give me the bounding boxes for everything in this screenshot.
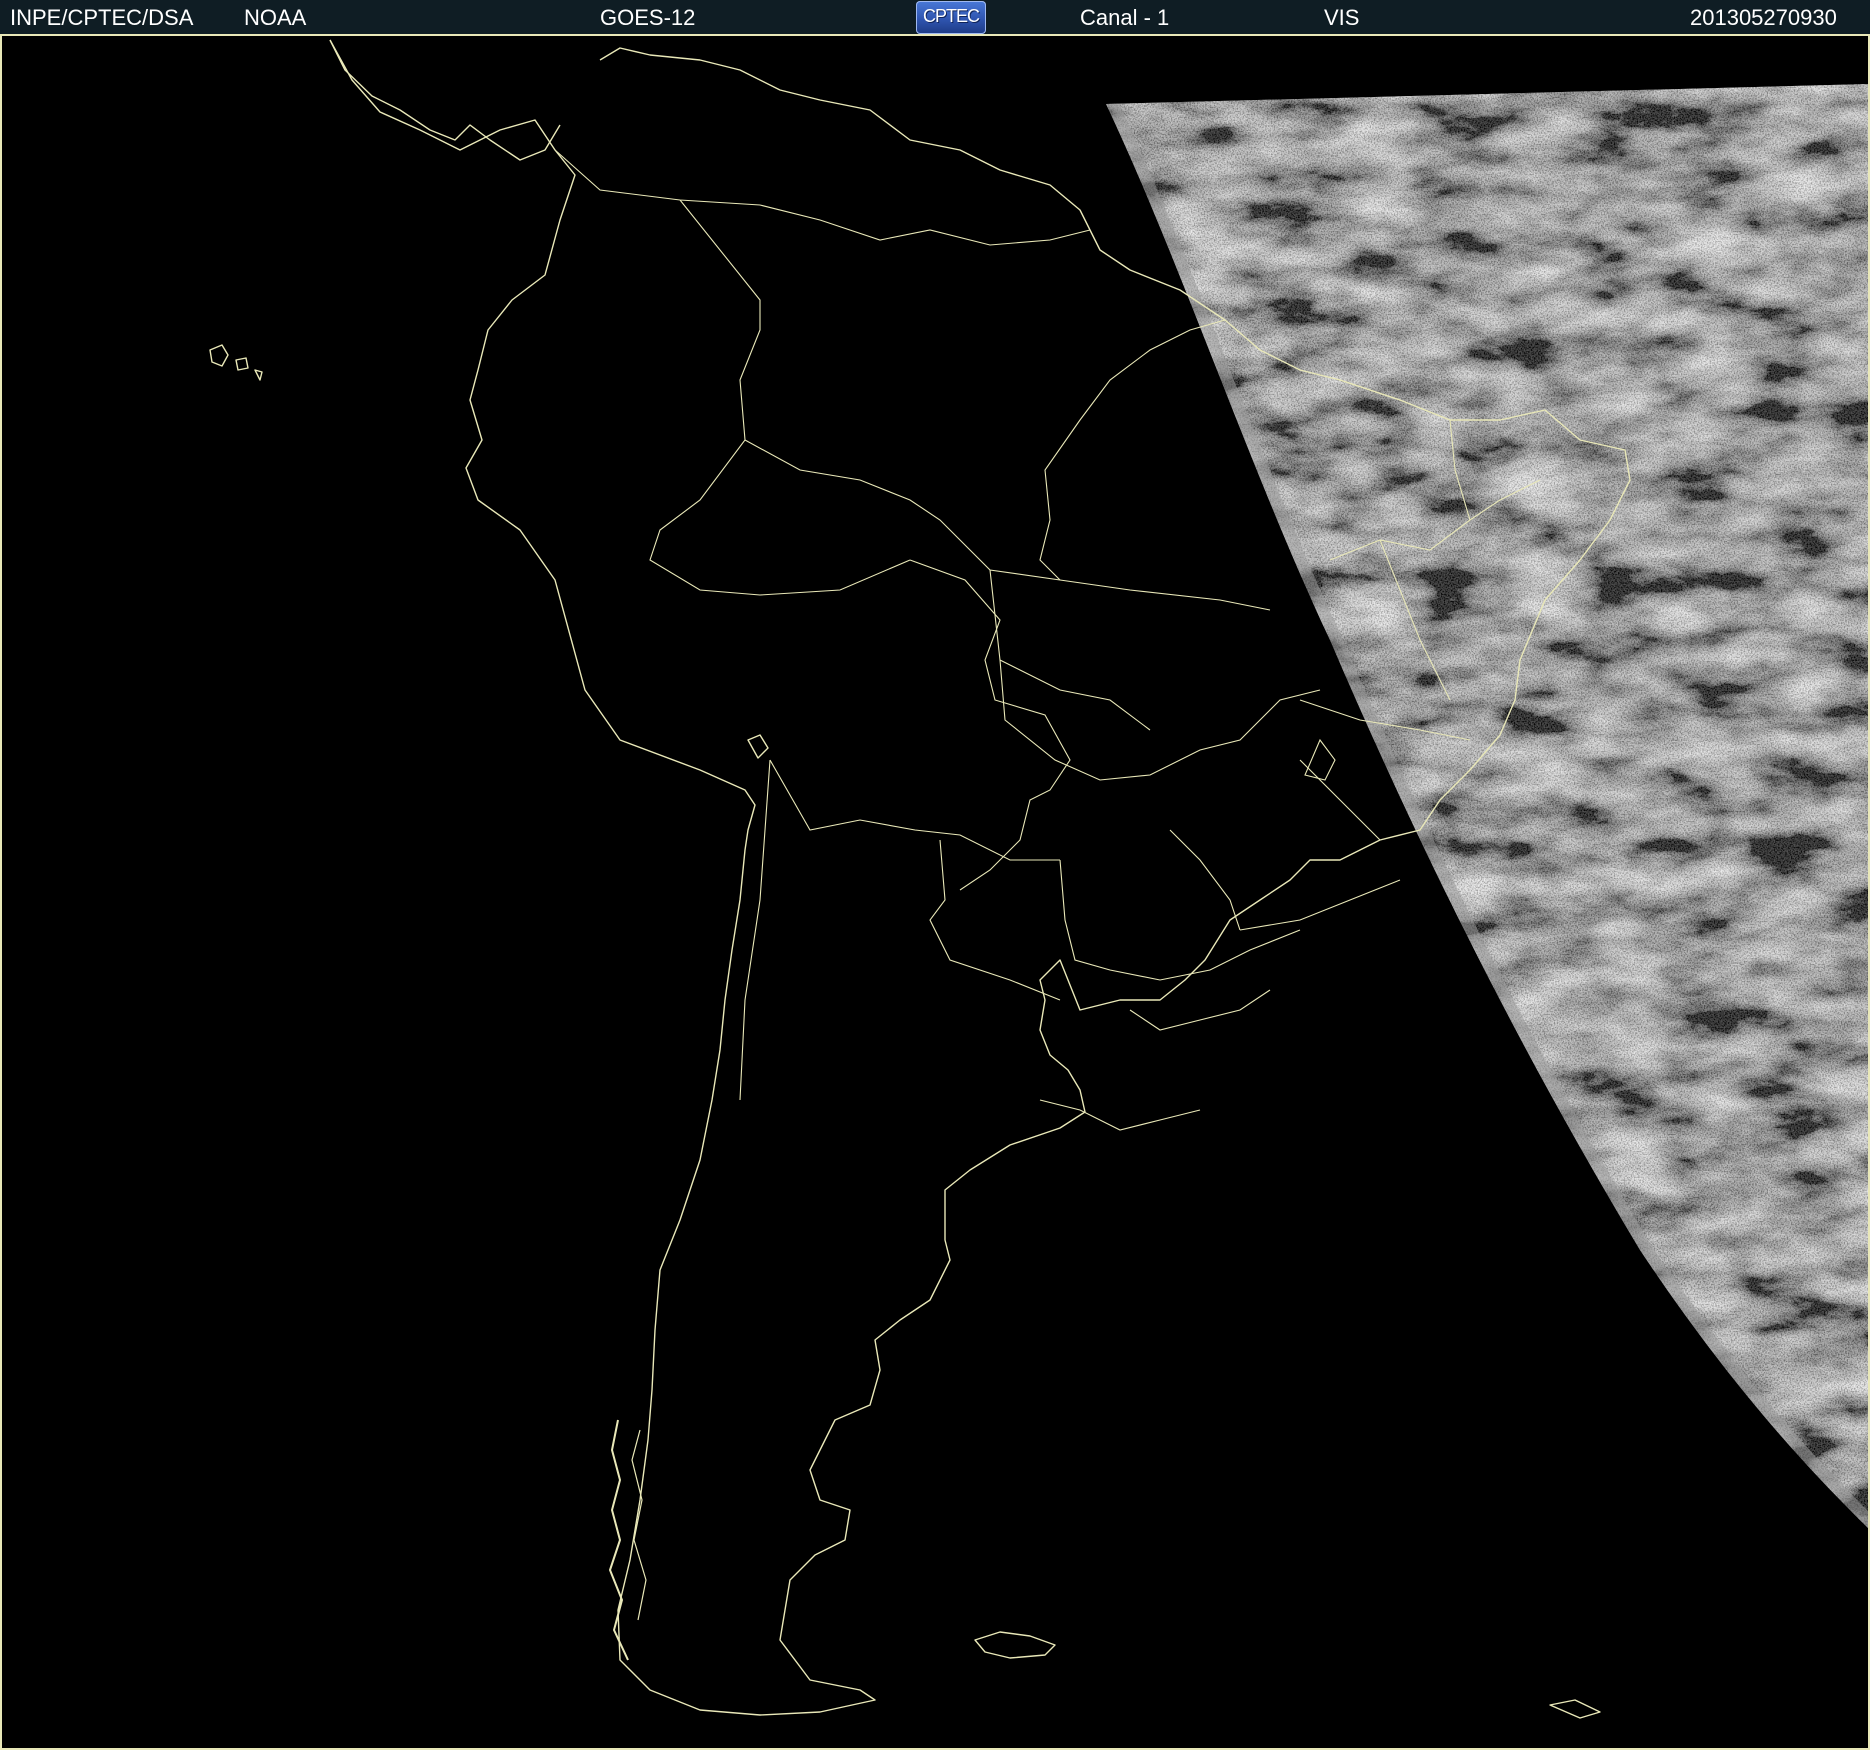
cptec-logo-text: CPTEC <box>922 6 980 26</box>
channel-label: Canal - 1 <box>1080 5 1170 30</box>
band-label: VIS <box>1324 5 1360 30</box>
image-header-bar: INPE/CPTEC/DSA NOAA GOES-12 CPTEC Canal … <box>0 0 1870 36</box>
cptec-logo: CPTEC <box>916 1 986 34</box>
satellite-label: GOES-12 <box>600 5 696 30</box>
image-frame <box>0 36 1870 1750</box>
timestamp-label: 201305270930 <box>1690 5 1837 30</box>
source-label: NOAA <box>244 5 307 30</box>
agency-label: INPE/CPTEC/DSA <box>10 5 194 30</box>
